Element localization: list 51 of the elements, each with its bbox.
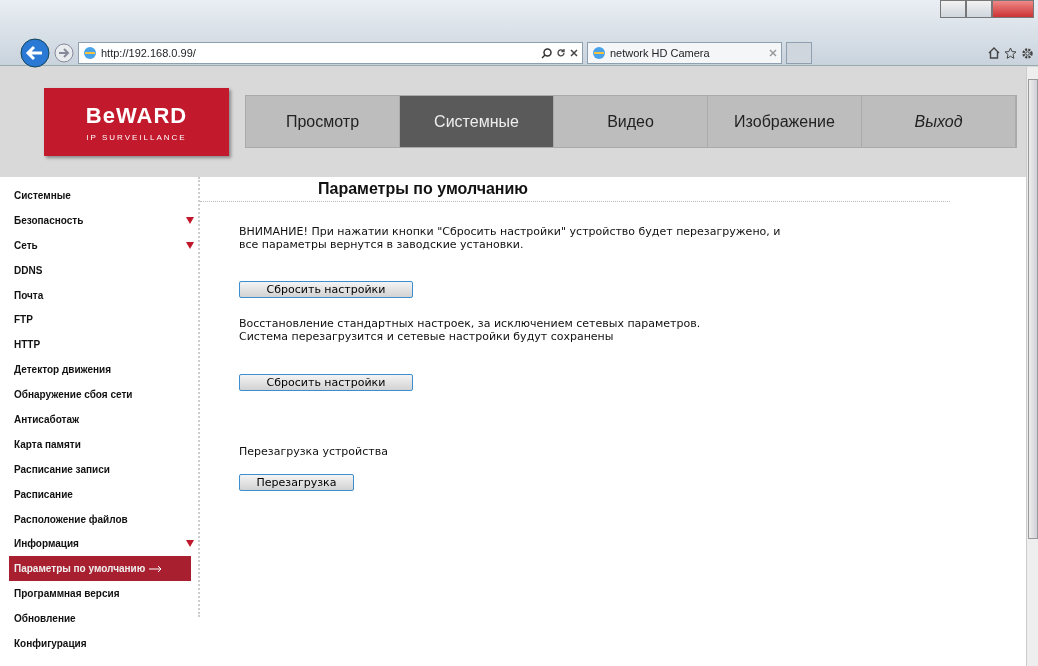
back-icon[interactable] [20, 38, 50, 68]
sidebar-item[interactable]: Параметры по умолчанию [9, 556, 191, 582]
scrollbar-thumb[interactable] [1028, 79, 1038, 539]
globe-icon [592, 46, 606, 60]
refresh-icon[interactable] [556, 48, 566, 58]
address-bar[interactable]: http://192.168.0.99/ [78, 42, 583, 64]
sidebar-item[interactable]: Антисаботаж [9, 407, 200, 432]
button[interactable]: Сбросить настройки [239, 281, 413, 299]
close-icon[interactable] [570, 49, 578, 57]
nav-tab[interactable]: Системные [400, 96, 554, 147]
close-button[interactable] [992, 0, 1034, 18]
browser-tab[interactable]: network HD Camera [587, 42, 782, 64]
logout-tab[interactable]: Выход [862, 96, 1016, 147]
sidebar-item[interactable]: Почта [9, 282, 200, 308]
sidebar-item[interactable]: Расположение файлов [9, 506, 200, 532]
forward-icon[interactable] [54, 43, 74, 63]
sidebar-item[interactable]: Информация [9, 531, 200, 557]
button[interactable]: Перезагрузка [239, 474, 354, 492]
logo: BeWARD IP SURVEILLANCE [44, 87, 229, 156]
home-icon[interactable] [988, 47, 1000, 59]
scrollbar[interactable] [1026, 67, 1038, 666]
sidebar-item[interactable]: Расписание записи [9, 456, 200, 482]
nav-tab[interactable]: Видео [554, 96, 708, 147]
sidebar-item[interactable]: Сеть [9, 232, 200, 258]
sidebar-item[interactable]: Детектор движения [9, 357, 200, 383]
sidebar-item[interactable]: DDNS [9, 257, 200, 283]
tab-title: network HD Camera [610, 45, 711, 61]
search-icon[interactable] [541, 47, 552, 59]
sidebar-item[interactable]: Конфигурация [9, 631, 200, 656]
nav-tab[interactable]: Изображение [708, 96, 862, 147]
sidebar-item[interactable]: Обнаружение сбоя сети [9, 382, 200, 407]
minimize-button[interactable] [940, 0, 966, 18]
star-icon[interactable] [1004, 46, 1017, 60]
arrow-icon [149, 564, 164, 573]
url-text: http://192.168.0.99/ [101, 45, 197, 61]
button[interactable]: Сбросить настройки [239, 373, 413, 391]
sidebar-item[interactable]: Карта памяти [9, 431, 200, 457]
settings-icon[interactable] [1021, 46, 1034, 60]
sidebar-item[interactable]: HTTP [9, 332, 200, 358]
maximize-button[interactable] [966, 0, 992, 18]
paragraph: Перезагрузка устройства [239, 445, 389, 459]
sidebar-item[interactable]: Системные [9, 183, 200, 208]
sidebar-item[interactable]: FTP [9, 307, 200, 333]
page-title: Параметры по умолчанию [200, 177, 950, 202]
sidebar-item[interactable]: Обновление [9, 606, 200, 632]
globe-icon [83, 46, 97, 60]
sidebar-item[interactable]: Расписание [9, 481, 200, 507]
sidebar-item[interactable]: Программная версия [9, 581, 200, 607]
paragraph: Восстановление стандартных настроек, за исключением сетевых параметров. Система перезагрузится и сетевые настройки будут сохранены [239, 318, 702, 344]
paragraph: ВНИМАНИЕ! При нажатии кнопки "Сбросить настройки" устройство будет перезагружено, и все параметры вернутся в заводские установки. [239, 226, 782, 252]
sidebar-item[interactable]: Безопасность [9, 207, 200, 233]
